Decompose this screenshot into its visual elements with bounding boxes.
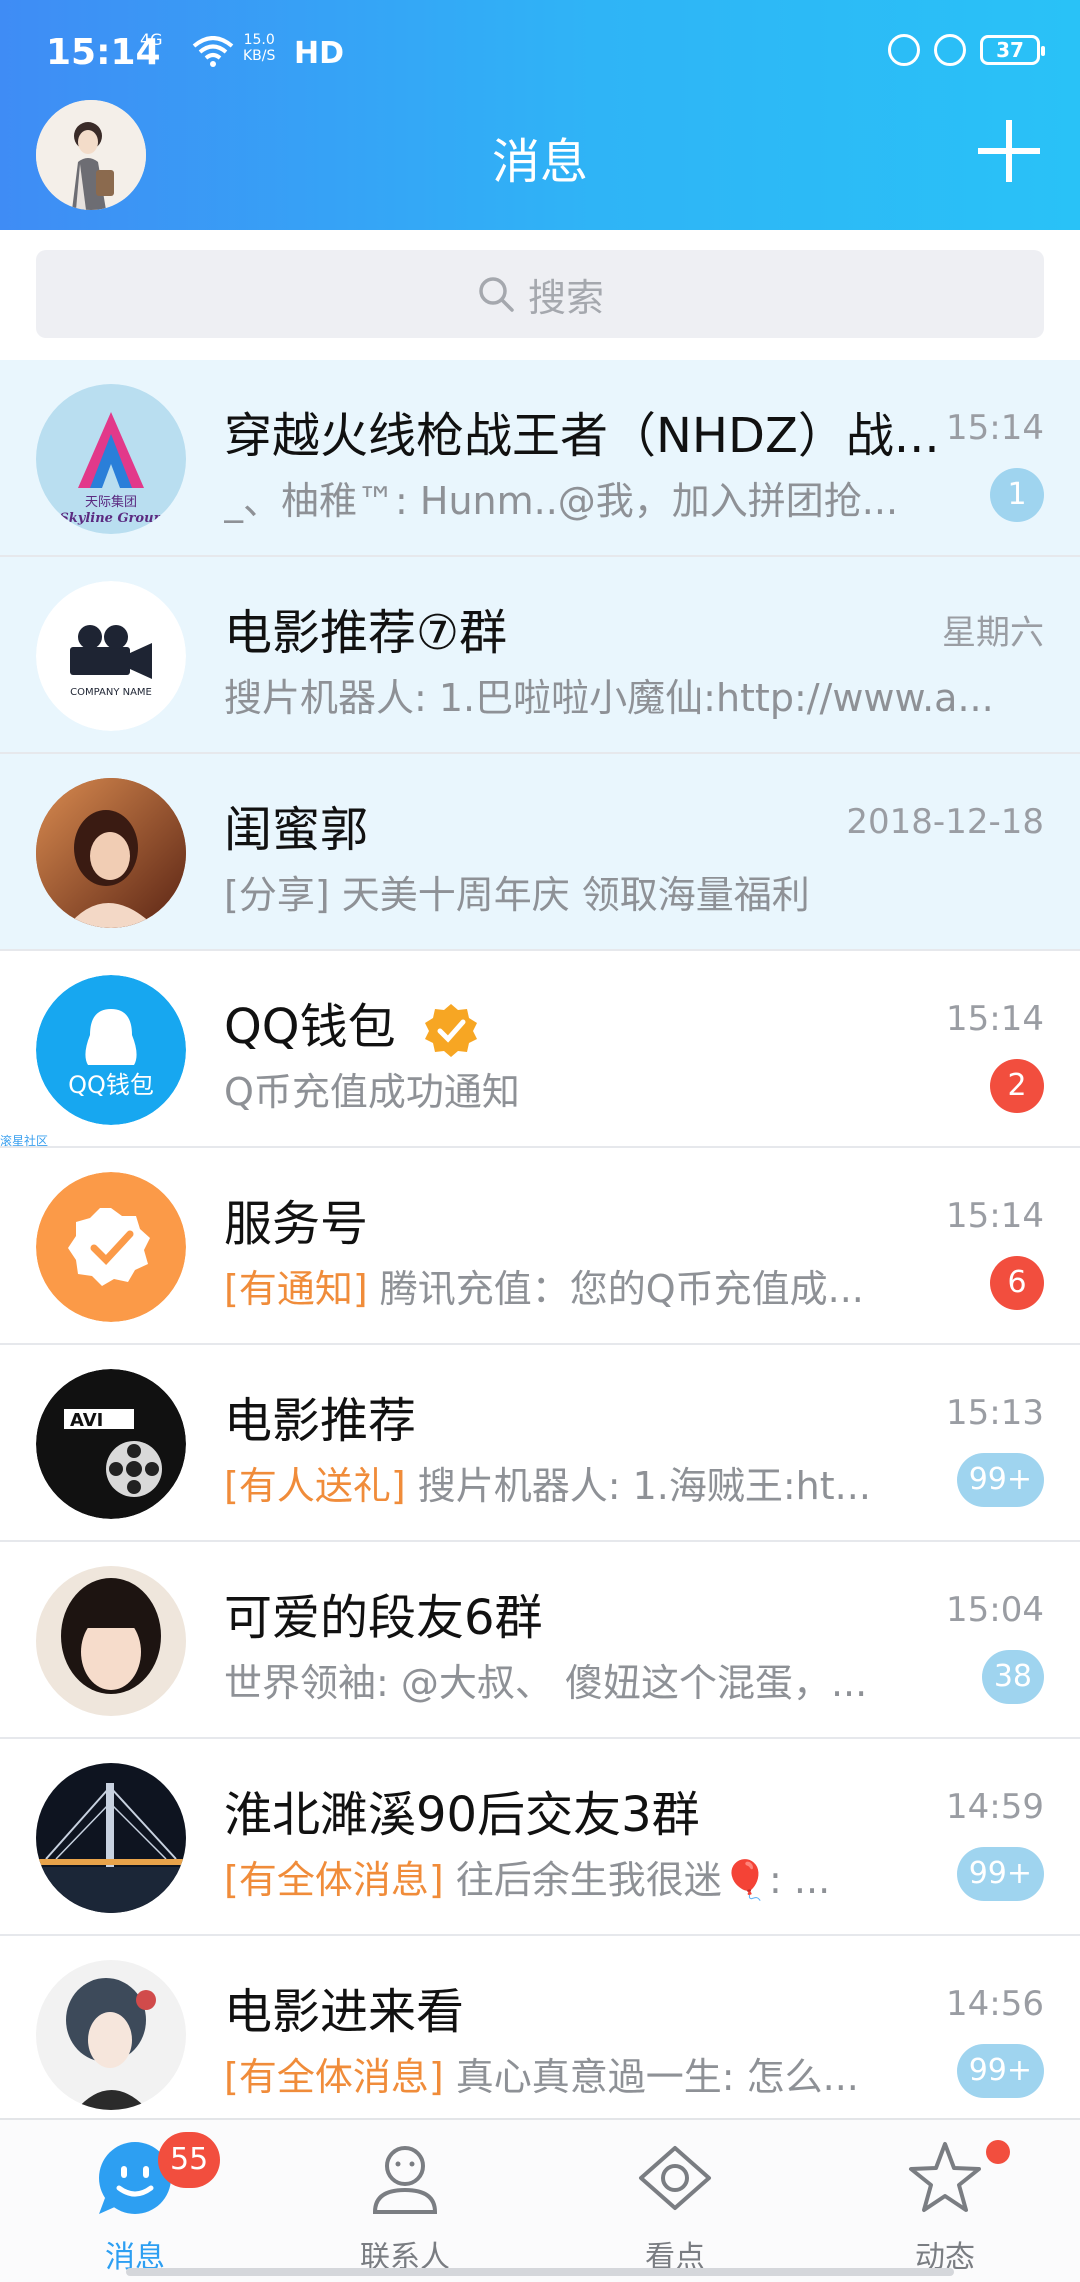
group-avatar: 天际集团 Skyline Group	[36, 384, 186, 534]
group-avatar: AVI	[36, 1369, 186, 1519]
chat-item-qq-wallet[interactable]: QQ钱包 QQ钱包 15:14 Q币充值成功通知 2	[0, 951, 1080, 1148]
group-avatar	[36, 1566, 186, 1716]
messages-badge: 55	[158, 2132, 221, 2188]
verified-badge-icon	[424, 1004, 477, 1057]
notice-tag: [有通知]	[224, 1267, 368, 1311]
chat-name: 淮北濉溪90后交友3群	[224, 1787, 700, 1843]
chat-item-guimi-guo[interactable]: 闺蜜郭 2018-12-18 [分享] 天美十周年庆 领取海量福利	[0, 754, 1080, 951]
all-message-tag: [有全体消息]	[224, 2055, 444, 2099]
plus-icon[interactable]	[974, 116, 1044, 186]
unread-badge: 38	[981, 1650, 1044, 1704]
chat-preview: [有全体消息] 真心真意過一生: 怎么...	[224, 2046, 904, 2101]
unread-badge: 1	[990, 468, 1044, 522]
chat-preview-text: 腾讯充值：您的Q币充值成...	[367, 1267, 864, 1311]
chat-time: 15:14	[946, 1196, 1044, 1236]
chat-item-movie-recommend[interactable]: AVI 电影推荐 15:13 [有人送礼] 搜片机器人: 1.海贼王:ht...…	[0, 1345, 1080, 1542]
chat-name: 穿越火线枪战王者（NHDZ）战...	[224, 408, 940, 464]
search-icon	[479, 277, 514, 312]
top-header: 15:14 4G 15.0 KB/S HD 37 消息	[0, 0, 1080, 230]
search-placeholder: 搜索	[527, 275, 604, 320]
search-area: 搜索	[0, 230, 1080, 360]
speed-value: 15.0	[243, 32, 275, 48]
network-type: 4G	[140, 30, 163, 49]
contact-avatar	[36, 778, 186, 928]
chat-preview: _、柚稚™: Hunm..@我，加入拼团抢...	[224, 479, 899, 523]
home-indicator	[126, 2268, 954, 2276]
unread-badge: 99+	[956, 1453, 1044, 1507]
chat-name: 电影推荐	[224, 1393, 417, 1449]
network-speed: 15.0 KB/S	[243, 32, 275, 64]
chat-preview: [有人送礼] 搜片机器人: 1.海贼王:ht...	[224, 1455, 904, 1510]
bottom-nav: 55 消息 联系人 看点 动态	[0, 2118, 1080, 2282]
chat-name: 电影进来看	[224, 1984, 465, 2040]
group-avatar	[36, 1960, 186, 2110]
chat-preview: [有通知] 腾讯充值：您的Q币充值成...	[224, 1258, 904, 1313]
chat-item-duanyou-6[interactable]: 可爱的段友6群 15:04 世界领袖: @大叔、 傻妞这个混蛋，... 38	[0, 1542, 1080, 1739]
speed-unit: KB/S	[243, 48, 276, 64]
chat-name-text: QQ钱包	[224, 999, 396, 1055]
status-bar: 15:14 4G 15.0 KB/S HD 37	[0, 0, 1080, 110]
chat-preview-text: 搜片机器人: 1.海贼王:ht...	[405, 1464, 871, 1508]
chat-time: 15:13	[946, 1393, 1044, 1433]
side-watermark: 滚星社区	[0, 1134, 49, 1148]
unread-badge: 6	[990, 1256, 1044, 1310]
chat-item-service-account[interactable]: 服务号 15:14 [有通知] 腾讯充值：您的Q币充值成... 6	[0, 1148, 1080, 1345]
chat-name: 服务号	[224, 1196, 369, 1252]
chat-item-huaibei-90[interactable]: 淮北濉溪90后交友3群 14:59 [有全体消息] 往后余生我很迷🎈: ... …	[0, 1739, 1080, 1936]
chat-preview: [有全体消息] 往后余生我很迷🎈: ...	[224, 1849, 904, 1904]
chat-item-movie-come-in[interactable]: 电影进来看 14:56 [有全体消息] 真心真意過一生: 怎么... 99+	[0, 1936, 1080, 2133]
chat-time: 15:04	[946, 1590, 1044, 1630]
chat-item-movie-group-7[interactable]: COMPANY NAME 电影推荐⑦群 星期六 搜片机器人: 1.巴啦啦小魔仙:…	[0, 557, 1080, 754]
chat-time: 14:56	[946, 1984, 1044, 2024]
group-avatar: COMPANY NAME	[36, 581, 186, 731]
chat-preview-text: 往后余生我很迷🎈: ...	[443, 1858, 831, 1902]
search-input[interactable]: 搜索	[36, 250, 1044, 338]
chat-name: 可爱的段友6群	[224, 1590, 543, 1646]
chat-name: QQ钱包	[224, 987, 944, 1058]
wallet-avatar: QQ钱包	[36, 975, 186, 1125]
tab-kandian[interactable]: 看点	[540, 2120, 810, 2282]
chat-time: 15:14	[946, 999, 1044, 1039]
unread-badge: 99+	[956, 1847, 1044, 1901]
unread-badge: 2	[990, 1059, 1044, 1113]
chat-list: 天际集团 Skyline Group 穿越火线枪战王者（NHDZ）战... 15…	[0, 360, 1080, 2133]
chat-preview: 搜片机器人: 1.巴啦啦小魔仙:http://www.a...	[224, 676, 994, 720]
chat-preview: Q币充值成功通知	[224, 1070, 520, 1114]
gift-tag: [有人送礼]	[224, 1464, 406, 1508]
contacts-icon	[372, 2146, 438, 2214]
chat-preview-text: 真心真意過一生: 怎么...	[443, 2055, 859, 2099]
wallet-avatar-text: QQ钱包	[68, 1071, 154, 1099]
tab-contacts[interactable]: 联系人	[270, 2120, 540, 2282]
chat-preview: 世界领袖: @大叔、 傻妞这个混蛋，...	[224, 1661, 868, 1705]
group-avatar	[36, 1763, 186, 1913]
alarm-icon	[934, 34, 966, 66]
chat-name: 闺蜜郭	[224, 802, 369, 858]
chat-preview: [分享] 天美十周年庆 领取海量福利	[224, 873, 810, 917]
all-message-tag: [有全体消息]	[224, 1858, 444, 1902]
battery-icon: 37	[980, 35, 1045, 65]
company-name-text: COMPANY NAME	[70, 687, 152, 698]
chat-name: 电影推荐⑦群	[224, 605, 508, 661]
skyline-text: Skyline Group	[59, 511, 162, 526]
tab-dynamic[interactable]: 动态	[810, 2120, 1080, 2282]
chat-time: 14:59	[946, 1787, 1044, 1827]
wifi-icon	[192, 36, 234, 67]
chat-item-nhdz-group[interactable]: 天际集团 Skyline Group 穿越火线枪战王者（NHDZ）战... 15…	[0, 360, 1080, 557]
service-avatar	[36, 1172, 186, 1322]
chat-time: 2018-12-18	[846, 802, 1044, 842]
status-right-icons: 37	[888, 34, 1045, 66]
unread-badge: 99+	[956, 2044, 1044, 2098]
star-icon	[909, 2142, 981, 2212]
hd-indicator: HD	[294, 36, 345, 71]
eye-icon	[639, 2146, 711, 2210]
skyline-cn-text: 天际集团	[85, 494, 137, 510]
page-title: 消息	[491, 134, 588, 190]
avi-text: AVI	[70, 1410, 103, 1431]
lock-rotation-icon	[888, 34, 920, 66]
new-dot-indicator	[986, 2140, 1010, 2164]
chat-time: 15:14	[946, 408, 1044, 448]
tab-messages[interactable]: 55 消息	[0, 2120, 270, 2282]
chat-time: 星期六	[942, 613, 1044, 653]
